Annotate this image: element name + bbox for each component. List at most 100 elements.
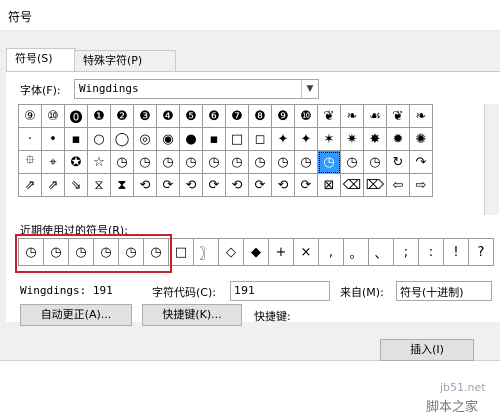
autocorrect-button[interactable]: 自动更正(A)... xyxy=(20,304,132,326)
recent-symbol[interactable]: ; xyxy=(394,239,419,266)
symbol-cell[interactable]: ❷ xyxy=(111,105,134,128)
recent-symbol[interactable]: ◷ xyxy=(94,239,119,266)
symbol-cell[interactable]: ✦ xyxy=(295,128,318,151)
recent-symbol[interactable]: + xyxy=(269,239,294,266)
symbol-cell[interactable]: ⇨ xyxy=(410,174,433,197)
symbol-cell[interactable]: ⇗ xyxy=(42,174,65,197)
symbol-cell[interactable]: ◷ xyxy=(249,151,272,174)
symbol-cell[interactable]: ☆ xyxy=(88,151,111,174)
symbol-cell[interactable]: ❸ xyxy=(134,105,157,128)
symbol-cell[interactable]: ○ xyxy=(88,128,111,151)
recent-symbol[interactable]: ? xyxy=(469,239,494,266)
recent-symbol[interactable]: ◇ xyxy=(219,239,244,266)
symbol-cell[interactable]: ⌖ xyxy=(42,151,65,174)
symbol-cell[interactable]: • xyxy=(42,128,65,151)
tab-special-characters[interactable]: 特殊字符(P) xyxy=(74,50,176,71)
font-dropdown[interactable]: Wingdings ▼ xyxy=(74,79,319,99)
symbol-cell[interactable]: ⓿ xyxy=(65,105,88,128)
symbol-cell[interactable]: ◻ xyxy=(249,128,272,151)
symbol-cell[interactable]: ❧ xyxy=(410,105,433,128)
recent-symbol[interactable]: ◷ xyxy=(69,239,94,266)
symbol-cell[interactable]: ◉ xyxy=(157,128,180,151)
symbol-cell[interactable]: ⧖ xyxy=(88,174,111,197)
symbol-cell[interactable]: ❽ xyxy=(249,105,272,128)
symbol-cell[interactable]: ↻ xyxy=(387,151,410,174)
symbol-cell[interactable]: · xyxy=(19,128,42,151)
symbol-cell[interactable]: □ xyxy=(226,128,249,151)
recent-symbol[interactable]: ! xyxy=(444,239,469,266)
tab-symbols[interactable]: 符号(S) xyxy=(6,48,76,71)
symbol-cell[interactable]: ⟲ xyxy=(134,174,157,197)
symbol-cell[interactable]: ↷ xyxy=(410,151,433,174)
symbol-cell[interactable]: ✶ xyxy=(318,128,341,151)
recent-symbol[interactable]: 〗 xyxy=(194,239,219,266)
symbol-grid-scrollbar[interactable] xyxy=(484,104,499,215)
symbol-cell[interactable]: ◯ xyxy=(111,128,134,151)
symbol-cell[interactable]: ⑨ xyxy=(19,105,42,128)
symbol-cell[interactable]: ⇗ xyxy=(19,174,42,197)
symbol-cell[interactable]: ⟳ xyxy=(249,174,272,197)
recent-symbol[interactable]: ◷ xyxy=(19,239,44,266)
symbol-cell[interactable]: ✷ xyxy=(341,128,364,151)
symbol-cell[interactable]: ◷ xyxy=(111,151,134,174)
symbol-cell[interactable]: ✪ xyxy=(65,151,88,174)
char-code-input[interactable]: 191 xyxy=(230,281,330,301)
symbol-cell[interactable]: ☙ xyxy=(364,105,387,128)
symbol-cell[interactable]: ❦ xyxy=(318,105,341,128)
symbol-cell[interactable]: ❧ xyxy=(341,105,364,128)
symbol-cell[interactable]: ✸ xyxy=(364,128,387,151)
from-select[interactable]: 符号(十进制) xyxy=(396,281,492,301)
symbol-cell[interactable]: ⟲ xyxy=(226,174,249,197)
symbol-cell[interactable]: ▪ xyxy=(65,128,88,151)
symbol-cell[interactable]: ⇘ xyxy=(65,174,88,197)
recent-symbol[interactable]: ◆ xyxy=(244,239,269,266)
symbol-cell[interactable]: ❿ xyxy=(295,105,318,128)
symbol-cell[interactable]: ⟳ xyxy=(157,174,180,197)
symbol-cell[interactable]: ❼ xyxy=(226,105,249,128)
recent-symbol[interactable]: , xyxy=(319,239,344,266)
recent-symbol[interactable]: × xyxy=(294,239,319,266)
symbol-cell-selected[interactable]: ◷ xyxy=(318,151,341,174)
symbol-cell[interactable]: ❦ xyxy=(387,105,410,128)
symbol-cell[interactable]: ⯐ xyxy=(19,151,42,174)
symbol-cell[interactable]: ◷ xyxy=(203,151,226,174)
symbol-cell[interactable]: ❻ xyxy=(203,105,226,128)
symbol-cell[interactable]: ● xyxy=(180,128,203,151)
symbol-cell[interactable]: ⟳ xyxy=(203,174,226,197)
symbol-cell[interactable]: ✺ xyxy=(410,128,433,151)
symbol-cell[interactable]: ◷ xyxy=(157,151,180,174)
chevron-down-icon[interactable]: ▼ xyxy=(301,80,318,98)
symbol-cell[interactable]: ✦ xyxy=(272,128,295,151)
recent-symbol[interactable]: : xyxy=(419,239,444,266)
symbol-cell[interactable]: ❹ xyxy=(157,105,180,128)
symbol-cell[interactable]: ❾ xyxy=(272,105,295,128)
symbol-cell[interactable]: ⇦ xyxy=(387,174,410,197)
symbol-cell[interactable]: ◷ xyxy=(180,151,203,174)
recent-symbol[interactable]: ◷ xyxy=(144,239,169,266)
symbol-cell[interactable]: ◷ xyxy=(272,151,295,174)
symbol-cell[interactable]: ❺ xyxy=(180,105,203,128)
insert-button[interactable]: 插入(I) xyxy=(380,339,474,361)
symbol-cell[interactable]: ⟲ xyxy=(272,174,295,197)
symbol-cell[interactable]: ⊠ xyxy=(318,174,341,197)
symbol-cell[interactable]: ◎ xyxy=(134,128,157,151)
recent-symbol[interactable]: ◷ xyxy=(119,239,144,266)
symbol-cell[interactable]: ✹ xyxy=(387,128,410,151)
symbol-cell[interactable]: ⌫ xyxy=(341,174,364,197)
recent-symbol[interactable]: 、 xyxy=(369,239,394,266)
recent-symbol[interactable]: □ xyxy=(169,239,194,266)
symbol-cell[interactable]: ⌦ xyxy=(364,174,387,197)
symbol-cell[interactable]: ⟳ xyxy=(295,174,318,197)
symbol-cell[interactable]: ◷ xyxy=(295,151,318,174)
recent-symbol[interactable]: 。 xyxy=(344,239,369,266)
symbol-cell[interactable]: ◷ xyxy=(341,151,364,174)
recent-symbol[interactable]: ◷ xyxy=(44,239,69,266)
shortcut-key-button[interactable]: 快捷键(K)... xyxy=(142,304,242,326)
symbol-cell[interactable]: ❶ xyxy=(88,105,111,128)
symbol-cell[interactable]: ⟲ xyxy=(180,174,203,197)
symbol-cell[interactable]: ⧗ xyxy=(111,174,134,197)
symbol-cell[interactable]: ⑩ xyxy=(42,105,65,128)
symbol-cell[interactable]: ◷ xyxy=(134,151,157,174)
symbol-cell[interactable]: ◷ xyxy=(226,151,249,174)
symbol-cell[interactable]: ▪ xyxy=(203,128,226,151)
